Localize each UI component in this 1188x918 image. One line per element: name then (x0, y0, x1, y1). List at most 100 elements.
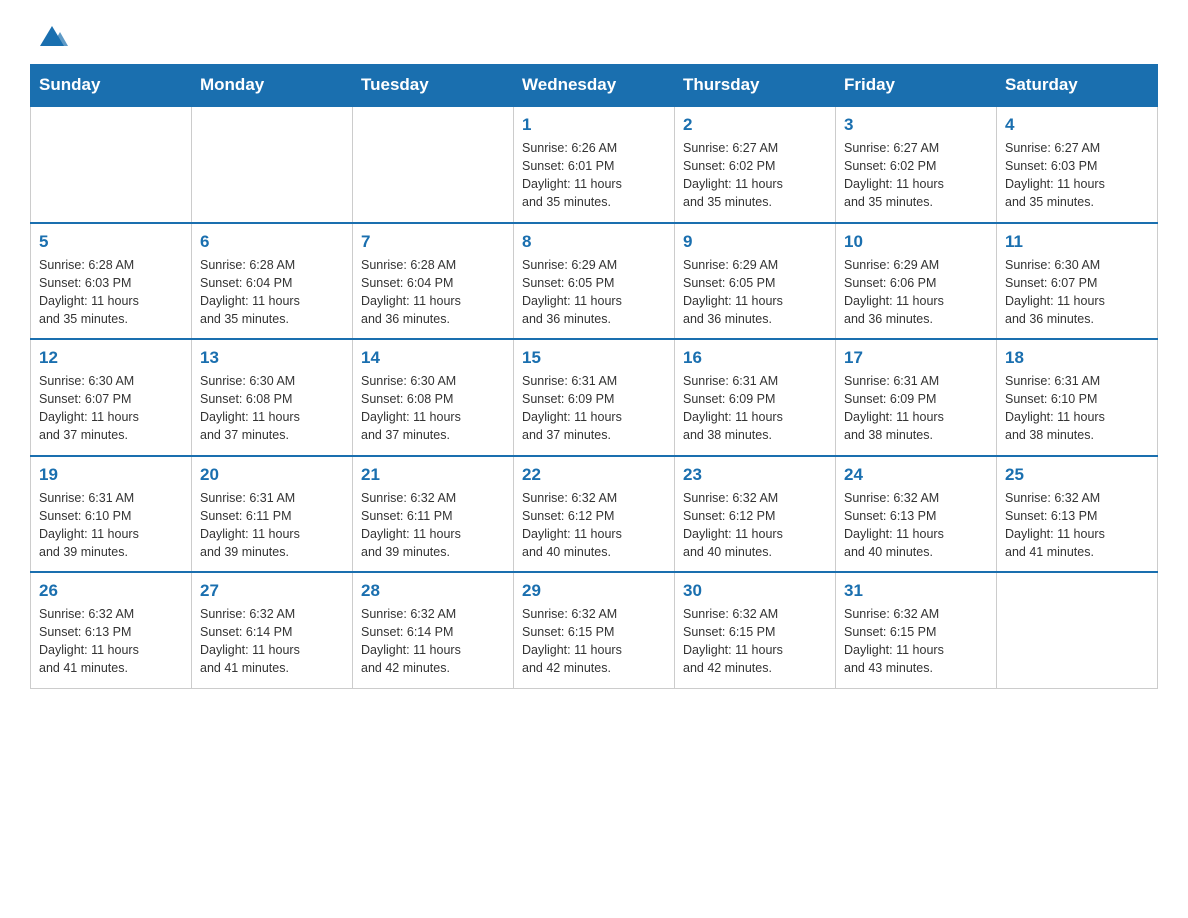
calendar-body: 1 Sunrise: 6:26 AM Sunset: 6:01 PM Daylig… (31, 106, 1158, 688)
day-number: 10 (844, 232, 988, 252)
calendar-cell: 23 Sunrise: 6:32 AM Sunset: 6:12 PM Dayli… (675, 456, 836, 573)
calendar-cell (997, 572, 1158, 688)
day-number: 8 (522, 232, 666, 252)
day-info: Sunrise: 6:32 AM Sunset: 6:11 PM Dayligh… (361, 489, 505, 562)
day-number: 19 (39, 465, 183, 485)
day-info: Sunrise: 6:28 AM Sunset: 6:04 PM Dayligh… (200, 256, 344, 329)
day-info: Sunrise: 6:32 AM Sunset: 6:13 PM Dayligh… (39, 605, 183, 678)
day-number: 27 (200, 581, 344, 601)
day-number: 20 (200, 465, 344, 485)
calendar-cell: 6 Sunrise: 6:28 AM Sunset: 6:04 PM Daylig… (192, 223, 353, 340)
calendar-cell: 14 Sunrise: 6:30 AM Sunset: 6:08 PM Dayli… (353, 339, 514, 456)
calendar-cell: 24 Sunrise: 6:32 AM Sunset: 6:13 PM Dayli… (836, 456, 997, 573)
header-row: SundayMondayTuesdayWednesdayThursdayFrid… (31, 65, 1158, 107)
day-number: 26 (39, 581, 183, 601)
calendar-table: SundayMondayTuesdayWednesdayThursdayFrid… (30, 64, 1158, 689)
day-info: Sunrise: 6:28 AM Sunset: 6:04 PM Dayligh… (361, 256, 505, 329)
day-number: 22 (522, 465, 666, 485)
week-row-4: 19 Sunrise: 6:31 AM Sunset: 6:10 PM Dayli… (31, 456, 1158, 573)
calendar-cell: 10Sunrise: 6:29 AM Sunset: 6:06 PM Dayli… (836, 223, 997, 340)
logo (30, 20, 68, 46)
day-number: 25 (1005, 465, 1149, 485)
day-info: Sunrise: 6:31 AM Sunset: 6:10 PM Dayligh… (39, 489, 183, 562)
day-info: Sunrise: 6:32 AM Sunset: 6:15 PM Dayligh… (522, 605, 666, 678)
calendar-cell: 3Sunrise: 6:27 AM Sunset: 6:02 PM Daylig… (836, 106, 997, 223)
calendar-cell: 25 Sunrise: 6:32 AM Sunset: 6:13 PM Dayli… (997, 456, 1158, 573)
day-number: 24 (844, 465, 988, 485)
day-header-sunday: Sunday (31, 65, 192, 107)
day-header-saturday: Saturday (997, 65, 1158, 107)
week-row-1: 1 Sunrise: 6:26 AM Sunset: 6:01 PM Daylig… (31, 106, 1158, 223)
day-info: Sunrise: 6:29 AM Sunset: 6:05 PM Dayligh… (522, 256, 666, 329)
day-number: 21 (361, 465, 505, 485)
day-info: Sunrise: 6:28 AM Sunset: 6:03 PM Dayligh… (39, 256, 183, 329)
day-number: 15 (522, 348, 666, 368)
day-info: Sunrise: 6:30 AM Sunset: 6:07 PM Dayligh… (39, 372, 183, 445)
day-info: Sunrise: 6:32 AM Sunset: 6:13 PM Dayligh… (1005, 489, 1149, 562)
day-number: 5 (39, 232, 183, 252)
day-number: 9 (683, 232, 827, 252)
day-info: Sunrise: 6:29 AM Sunset: 6:05 PM Dayligh… (683, 256, 827, 329)
day-info: Sunrise: 6:30 AM Sunset: 6:08 PM Dayligh… (361, 372, 505, 445)
day-number: 30 (683, 581, 827, 601)
day-number: 7 (361, 232, 505, 252)
day-number: 1 (522, 115, 666, 135)
day-info: Sunrise: 6:32 AM Sunset: 6:15 PM Dayligh… (844, 605, 988, 678)
day-number: 4 (1005, 115, 1149, 135)
day-number: 6 (200, 232, 344, 252)
calendar-cell (31, 106, 192, 223)
calendar-cell (353, 106, 514, 223)
day-number: 29 (522, 581, 666, 601)
day-number: 28 (361, 581, 505, 601)
calendar-cell: 21 Sunrise: 6:32 AM Sunset: 6:11 PM Dayli… (353, 456, 514, 573)
day-info: Sunrise: 6:31 AM Sunset: 6:09 PM Dayligh… (683, 372, 827, 445)
calendar-cell: 29 Sunrise: 6:32 AM Sunset: 6:15 PM Dayli… (514, 572, 675, 688)
calendar-cell: 27 Sunrise: 6:32 AM Sunset: 6:14 PM Dayli… (192, 572, 353, 688)
calendar-cell: 26 Sunrise: 6:32 AM Sunset: 6:13 PM Dayli… (31, 572, 192, 688)
day-header-wednesday: Wednesday (514, 65, 675, 107)
day-info: Sunrise: 6:31 AM Sunset: 6:09 PM Dayligh… (844, 372, 988, 445)
day-info: Sunrise: 6:32 AM Sunset: 6:14 PM Dayligh… (200, 605, 344, 678)
calendar-header: SundayMondayTuesdayWednesdayThursdayFrid… (31, 65, 1158, 107)
calendar-cell: 28 Sunrise: 6:32 AM Sunset: 6:14 PM Dayli… (353, 572, 514, 688)
day-info: Sunrise: 6:32 AM Sunset: 6:12 PM Dayligh… (683, 489, 827, 562)
page-header (30, 20, 1158, 46)
day-number: 12 (39, 348, 183, 368)
day-number: 31 (844, 581, 988, 601)
day-header-thursday: Thursday (675, 65, 836, 107)
calendar-cell: 11Sunrise: 6:30 AM Sunset: 6:07 PM Dayli… (997, 223, 1158, 340)
day-info: Sunrise: 6:30 AM Sunset: 6:08 PM Dayligh… (200, 372, 344, 445)
day-header-friday: Friday (836, 65, 997, 107)
day-info: Sunrise: 6:26 AM Sunset: 6:01 PM Dayligh… (522, 139, 666, 212)
calendar-cell: 22 Sunrise: 6:32 AM Sunset: 6:12 PM Dayli… (514, 456, 675, 573)
day-info: Sunrise: 6:32 AM Sunset: 6:13 PM Dayligh… (844, 489, 988, 562)
week-row-3: 12 Sunrise: 6:30 AM Sunset: 6:07 PM Dayli… (31, 339, 1158, 456)
day-number: 13 (200, 348, 344, 368)
calendar-cell: 19 Sunrise: 6:31 AM Sunset: 6:10 PM Dayli… (31, 456, 192, 573)
day-info: Sunrise: 6:27 AM Sunset: 6:02 PM Dayligh… (683, 139, 827, 212)
day-info: Sunrise: 6:32 AM Sunset: 6:12 PM Dayligh… (522, 489, 666, 562)
day-info: Sunrise: 6:32 AM Sunset: 6:15 PM Dayligh… (683, 605, 827, 678)
day-number: 18 (1005, 348, 1149, 368)
calendar-cell: 4 Sunrise: 6:27 AM Sunset: 6:03 PM Daylig… (997, 106, 1158, 223)
day-number: 2 (683, 115, 827, 135)
calendar-cell: 2 Sunrise: 6:27 AM Sunset: 6:02 PM Daylig… (675, 106, 836, 223)
calendar-cell: 30 Sunrise: 6:32 AM Sunset: 6:15 PM Dayli… (675, 572, 836, 688)
day-header-monday: Monday (192, 65, 353, 107)
day-info: Sunrise: 6:32 AM Sunset: 6:14 PM Dayligh… (361, 605, 505, 678)
calendar-cell: 15Sunrise: 6:31 AM Sunset: 6:09 PM Dayli… (514, 339, 675, 456)
day-header-tuesday: Tuesday (353, 65, 514, 107)
calendar-cell: 13 Sunrise: 6:30 AM Sunset: 6:08 PM Dayli… (192, 339, 353, 456)
day-number: 3 (844, 115, 988, 135)
calendar-cell: 1 Sunrise: 6:26 AM Sunset: 6:01 PM Daylig… (514, 106, 675, 223)
day-number: 14 (361, 348, 505, 368)
calendar-cell: 18 Sunrise: 6:31 AM Sunset: 6:10 PM Dayli… (997, 339, 1158, 456)
day-info: Sunrise: 6:27 AM Sunset: 6:03 PM Dayligh… (1005, 139, 1149, 212)
calendar-cell: 5 Sunrise: 6:28 AM Sunset: 6:03 PM Daylig… (31, 223, 192, 340)
day-info: Sunrise: 6:31 AM Sunset: 6:10 PM Dayligh… (1005, 372, 1149, 445)
day-number: 23 (683, 465, 827, 485)
calendar-cell: 20Sunrise: 6:31 AM Sunset: 6:11 PM Dayli… (192, 456, 353, 573)
calendar-cell: 8 Sunrise: 6:29 AM Sunset: 6:05 PM Daylig… (514, 223, 675, 340)
day-info: Sunrise: 6:30 AM Sunset: 6:07 PM Dayligh… (1005, 256, 1149, 329)
calendar-cell: 7 Sunrise: 6:28 AM Sunset: 6:04 PM Daylig… (353, 223, 514, 340)
